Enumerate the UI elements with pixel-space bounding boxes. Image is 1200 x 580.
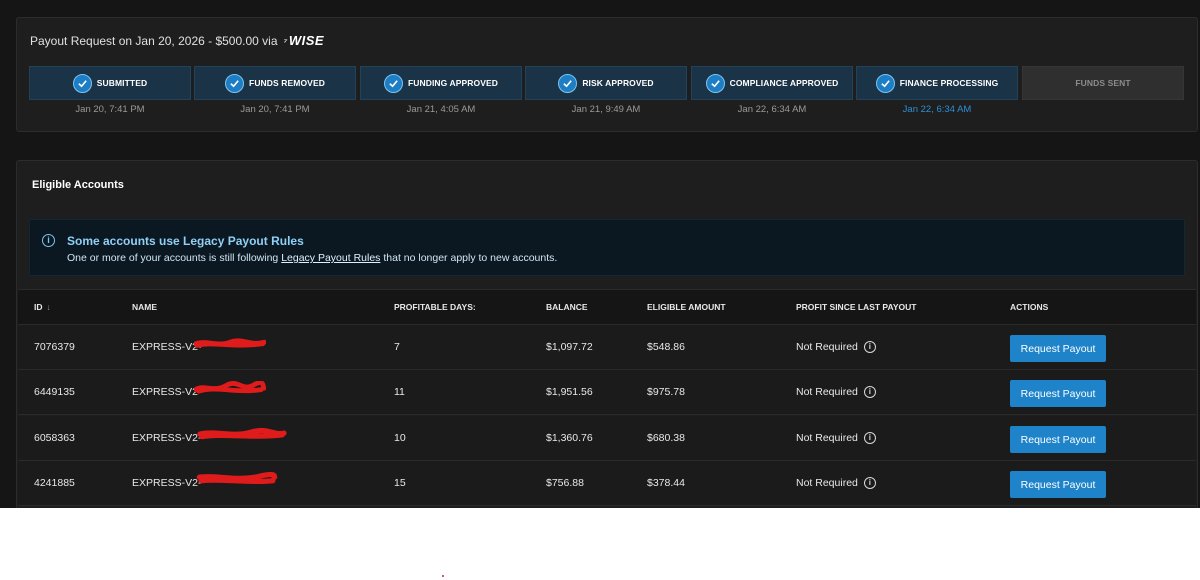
step-label: COMPLIANCE APPROVED (729, 78, 839, 88)
step-label: FUNDS REMOVED (249, 78, 325, 88)
check-circle-icon (225, 73, 245, 93)
account-name: EXPRESS-V2- (132, 341, 202, 353)
step-label: FUNDS SENT (1075, 78, 1131, 88)
sort-arrow-down-icon: ↓ (46, 302, 51, 312)
column-actions: ACTIONS (1010, 302, 1049, 312)
step-date: Jan 21, 9:49 AM (571, 104, 641, 115)
account-id: 6449135 (34, 386, 75, 398)
section-heading: Eligible Accounts (32, 179, 124, 191)
step-label: RISK APPROVED (582, 78, 654, 88)
step-finance-processing: FINANCE PROCESSING (856, 66, 1018, 100)
stray-red-dot (442, 575, 444, 577)
check-circle-icon (72, 73, 92, 93)
notice-text: that no longer apply to new accounts. (383, 252, 558, 264)
account-id: 7076379 (34, 341, 75, 353)
redaction-scribble (197, 427, 287, 440)
table-row: 7076379 EXPRESS-V2- 7 $1,097.72 $548.86 … (18, 325, 1196, 370)
redaction-scribble (196, 472, 278, 485)
request-payout-button[interactable]: Request Payout (1010, 380, 1106, 407)
profit-since-last-payout: Not Required i (796, 477, 876, 490)
step-date-active: Jan 22, 6:34 AM (902, 104, 972, 115)
eligible-amount: $378.44 (647, 477, 685, 489)
step-date: Jan 20, 7:41 PM (240, 104, 310, 115)
info-icon[interactable]: i (863, 386, 876, 399)
eligible-amount: $548.86 (647, 341, 685, 353)
balance: $1,360.76 (546, 432, 593, 444)
table-row: 4241885 EXPRESS-V2- 15 $756.88 $378.44 N… (18, 461, 1196, 506)
step-funds-sent: FUNDS SENT (1022, 66, 1184, 100)
account-id: 6058363 (34, 432, 75, 444)
eligible-amount: $680.38 (647, 432, 685, 444)
step-label: SUBMITTED (96, 78, 148, 88)
column-name: NAME (132, 302, 158, 312)
step-label: FINANCE PROCESSING (899, 78, 999, 88)
table-row: 6058363 EXPRESS-V2- 10 $1,360.76 $680.38… (18, 416, 1196, 461)
payout-title-text: Payout Request on Jan 20, 2026 - $500.00… (30, 33, 278, 48)
table-row: 6449135 EXPRESS-V2- 11 $1,951.56 $975.78… (18, 370, 1196, 415)
info-icon[interactable]: i (863, 341, 876, 354)
info-icon[interactable]: i (863, 432, 876, 445)
column-eligible-amount: ELIGIBLE AMOUNT (647, 302, 726, 312)
payout-title: Payout Request on Jan 20, 2026 - $500.00… (30, 33, 324, 48)
request-payout-button[interactable]: Request Payout (1010, 426, 1106, 453)
table-header: ID ↓ NAME PROFITABLE DAYS: BALANCE ELIGIB… (18, 289, 1196, 325)
step-funding-approved: FUNDING APPROVED (360, 66, 522, 100)
profitable-days: 7 (394, 341, 400, 353)
profit-since-last-payout: Not Required i (796, 432, 876, 445)
request-payout-button[interactable]: Request Payout (1010, 471, 1106, 498)
column-balance: BALANCE (546, 302, 588, 312)
account-name: EXPRESS-V2- (132, 386, 202, 398)
profitable-days: 11 (394, 386, 405, 398)
check-circle-icon (383, 73, 403, 93)
redaction-scribble (194, 381, 266, 394)
column-profit-since: PROFIT SINCE LAST PAYOUT (796, 302, 917, 312)
check-circle-icon (705, 73, 725, 93)
step-date: Jan 21, 4:05 AM (406, 104, 476, 115)
step-label: FUNDING APPROVED (407, 78, 499, 88)
payout-progress-steps: SUBMITTED FUNDS REMOVED FUNDING APPROVED… (29, 66, 1199, 102)
redaction-scribble (194, 338, 266, 348)
profit-since-last-payout: Not Required i (796, 341, 876, 354)
step-risk-approved: RISK APPROVED (525, 66, 687, 100)
legacy-rules-notice: i Some accounts use Legacy Payout Rules … (29, 219, 1185, 276)
account-id: 4241885 (34, 477, 75, 489)
check-circle-icon (875, 73, 895, 93)
notice-title: Some accounts use Legacy Payout Rules (67, 234, 304, 248)
eligible-amount: $975.78 (647, 386, 685, 398)
step-submitted: SUBMITTED (29, 66, 191, 100)
step-date: Jan 20, 7:41 PM (75, 104, 145, 115)
profit-since-last-payout: Not Required i (796, 386, 876, 399)
info-icon[interactable]: i (863, 477, 876, 490)
wise-logo: ⁷WISE (283, 33, 325, 48)
step-date: Jan 22, 6:34 AM (737, 104, 807, 115)
notice-description: One or more of your accounts is still fo… (67, 252, 557, 264)
check-circle-icon (558, 73, 578, 93)
request-payout-button[interactable]: Request Payout (1010, 335, 1106, 362)
step-funds-removed: FUNDS REMOVED (194, 66, 356, 100)
profitable-days: 15 (394, 477, 406, 489)
payout-request-card: Payout Request on Jan 20, 2026 - $500.00… (16, 17, 1198, 132)
info-icon: i (42, 234, 55, 247)
legacy-payout-rules-link[interactable]: Legacy Payout Rules (281, 252, 380, 264)
balance: $1,097.72 (546, 341, 593, 353)
column-profitable-days: PROFITABLE DAYS: (394, 302, 476, 312)
notice-text: One or more of your accounts is still fo… (67, 252, 279, 264)
balance: $756.88 (546, 477, 584, 489)
profitable-days: 10 (394, 432, 406, 444)
column-id[interactable]: ID ↓ (34, 302, 51, 312)
app-window: Payout Request on Jan 20, 2026 - $500.00… (0, 0, 1200, 508)
balance: $1,951.56 (546, 386, 593, 398)
step-compliance-approved: COMPLIANCE APPROVED (691, 66, 853, 100)
